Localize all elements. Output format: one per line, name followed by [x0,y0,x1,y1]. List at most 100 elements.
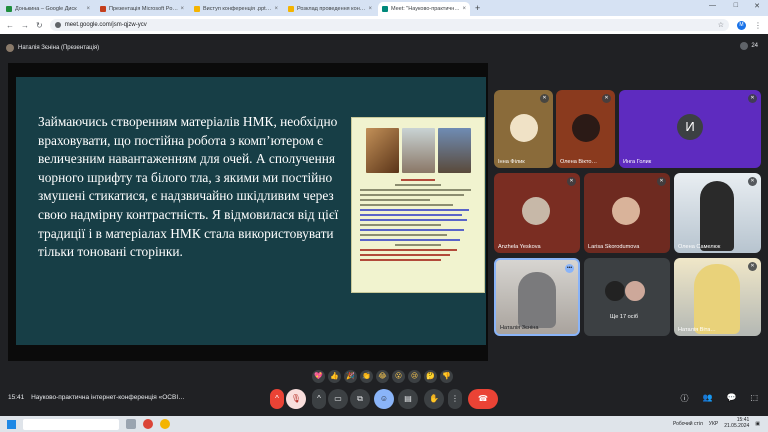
document-photos [360,128,476,173]
participant-name: Інна Філик [498,159,525,165]
thinking-reaction[interactable]: 🤔 [424,369,437,383]
people-icon[interactable]: 👥 [703,393,713,404]
reactions-button[interactable]: ☺ [374,389,394,409]
joy-reaction[interactable]: 😂 [376,369,389,383]
powerpoint-icon [100,6,106,12]
notification-icon[interactable]: ▣ [755,421,760,427]
participant-avatar [612,197,640,225]
mic-off-icon: ✕ [748,177,757,186]
close-icon[interactable]: × [274,6,278,12]
browser-tab-slides[interactable]: Виступ конференція .pptx – Goo × [190,2,282,16]
present-screen-button[interactable]: ⧉ [350,389,370,409]
chat-icon[interactable]: 💬 [726,393,736,404]
mic-off-icon: ✕ [540,94,549,103]
more-participants-tile[interactable]: Ще 17 осіб [584,258,670,336]
party-popper-reaction[interactable]: 🎉 [344,369,357,383]
participants-indicator[interactable]: 24 [740,42,758,50]
participant-name: Наталія Зєніна [500,325,539,331]
chrome-icon[interactable] [143,419,153,429]
participant-name: Наталія Віта… [678,327,716,333]
close-icon[interactable]: × [368,6,372,12]
thumbs-down-reaction[interactable]: 👎 [440,369,453,383]
presentation-stage: Займаючись створенням матеріалів НМК, не… [8,63,488,361]
close-window-icon[interactable]: ✕ [754,2,760,10]
clapping-reaction[interactable]: 👏 [360,369,373,383]
new-tab-button[interactable]: + [475,2,480,16]
participant-initial: И [677,114,703,140]
raise-hand-button[interactable]: ✋ [424,389,444,409]
close-icon[interactable]: × [462,6,466,12]
os-taskbar: Робочий стіл УКР 15:41 21.05.2024 ▣ [0,416,768,432]
chrome-icon[interactable] [160,419,170,429]
participant-avatar [510,114,538,142]
chevron-up-icon[interactable]: ^ [270,389,284,409]
active-speaker-tile[interactable]: ••• Наталія Зєніна [494,258,580,336]
close-icon[interactable]: × [180,6,184,12]
captions-button[interactable]: ▤ [398,389,418,409]
leave-call-button[interactable]: ☎ [468,389,498,409]
meeting-clock: 15:41 [8,394,25,401]
slide-document-image [351,117,485,293]
activities-icon[interactable]: ⬚ [750,393,758,404]
bookmark-star-icon[interactable]: ☆ [718,21,724,29]
participant-name: Larisa Skorodumova [588,244,640,250]
people-icon [740,42,749,50]
url-field[interactable]: meet.google.com/jsm-qjzw-ycv ☆ [49,19,730,31]
presenter-avatar [6,44,14,52]
meeting-controls: 15:41 Науково-практична інтернет-конфере… [0,388,768,410]
participant-avatar [604,280,626,302]
desktop-label[interactable]: Робочий стіл [673,421,703,427]
browser-tab-powerpoint[interactable]: Презентація Microsoft PowerPoint × [96,2,188,16]
participant-tile[interactable]: ✕ Anzhela Yeskova [494,173,580,253]
system-clock[interactable]: 15:41 21.05.2024 [724,417,749,429]
windows-start-icon[interactable] [7,419,16,429]
participant-tile[interactable]: ✕ Олена Вікто… [556,90,615,168]
close-icon[interactable]: × [86,6,90,12]
surprised-reaction[interactable]: 😮 [392,369,405,383]
browser-tab-google-drive[interactable]: Донькина – Google Диск × [2,2,94,16]
more-options-button[interactable]: ⋮ [448,389,462,409]
taskbar-search-input[interactable] [23,418,119,430]
tab-title: Донькина – Google Диск [15,6,77,12]
mic-off-icon: ✕ [748,262,757,271]
system-tray: Робочий стіл УКР 15:41 21.05.2024 ▣ [673,417,760,429]
mic-off-icon: ✕ [602,94,611,103]
back-icon[interactable]: ← [6,21,14,30]
language-indicator[interactable]: УКР [709,421,718,427]
info-icon[interactable]: ⓘ [681,393,689,404]
mic-off-icon: ✕ [567,177,576,186]
more-participants-label: Ще 17 осіб [610,314,639,320]
camera-button[interactable]: ▭ [328,389,348,409]
participant-video-tile[interactable]: ✕ Олена Самелюк [674,173,761,253]
profile-avatar[interactable]: М [737,20,746,30]
browser-tab-schedule[interactable]: Розклад проведення конфере × [284,2,376,16]
thumbs-up-reaction[interactable]: 👍 [328,369,341,383]
cathedral-photo [437,128,471,173]
site-info-icon[interactable] [54,22,61,28]
mic-off-button[interactable]: 🎙 [286,389,306,409]
tab-title: Розклад проведення конфере [297,6,367,12]
side-panel-controls: ⓘ 👥 💬 ⬚ [681,393,759,404]
google-meet-icon [382,6,388,12]
chevron-up-icon[interactable]: ^ [312,389,326,409]
participant-video-tile[interactable]: ✕ Наталія Віта… [674,258,761,336]
browser-tab-meet[interactable]: Meet: "Науково-практична інте × [378,2,470,16]
participant-avatar [572,114,600,142]
sparkling-heart-reaction[interactable]: 💖 [312,369,325,383]
reload-icon[interactable]: ↻ [36,21,43,30]
interior-photo [365,128,399,173]
forward-icon[interactable]: → [21,21,29,30]
crying-reaction[interactable]: 😢 [408,369,421,383]
browser-menu-icon[interactable]: ⋮ [754,21,762,30]
minimize-icon[interactable]: — [709,2,716,9]
google-slides-icon [288,6,294,12]
mic-off-icon: ✕ [657,177,666,186]
browser-tab-strip: Донькина – Google Диск × Презентація Mic… [0,0,768,16]
google-drive-icon [6,6,12,12]
participant-tile[interactable]: ✕ Інна Філик [494,90,553,168]
participant-tile[interactable]: ✕ Larisa Skorodumova [584,173,670,253]
maximize-icon[interactable]: □ [734,2,738,9]
task-view-icon[interactable] [126,419,136,429]
slide: Займаючись створенням матеріалів НМК, не… [16,77,486,345]
participant-tile[interactable]: И ✕ Инга Голик [619,90,761,168]
